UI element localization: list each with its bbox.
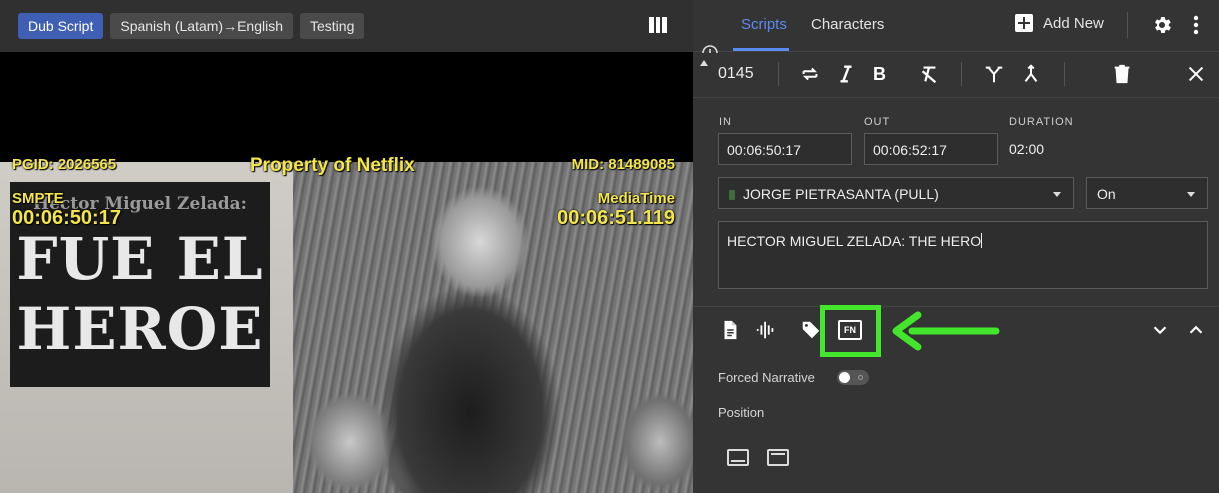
cue-number: 0145 [718,65,754,82]
bottom-bar [731,460,745,462]
repeat-icon[interactable] [799,63,821,85]
split-icon[interactable] [983,63,1005,85]
bold-icon[interactable]: B [873,64,895,86]
headline-line-1: FUE EL [16,225,264,293]
chevron-down-icon[interactable] [1149,319,1171,341]
gear-icon[interactable] [1151,14,1173,36]
forced-narrative-label: Forced Narrative [718,370,815,385]
header-divider [1127,12,1128,38]
columns-icon[interactable] [649,17,668,33]
cue-toolbar: 0145 B [693,45,1219,98]
delete-icon[interactable] [1111,63,1133,85]
chevron-down-icon [1187,192,1195,197]
dub-script-chip[interactable]: Dub Script [18,13,104,39]
more-options-icon[interactable] [1193,15,1199,35]
mediatime-label: MediaTime [597,190,675,207]
toolbar-divider-2 [961,62,962,86]
smpte-label: SMPTE [12,190,64,207]
add-new-label: Add New [1043,14,1104,32]
toggle-knob [839,372,850,383]
in-timecode-input[interactable]: 00:06:50:17 [718,133,852,165]
language-pair-chip[interactable]: Spanish (Latam)→English [110,13,293,39]
section-divider [693,306,1219,307]
scroll-up-icon[interactable] [700,60,708,66]
property-burn-in: Property of Netflix [250,155,415,176]
clear-format-icon[interactable] [918,63,940,85]
italic-icon[interactable] [835,63,857,85]
out-label: OUT [864,116,891,128]
character-select[interactable]: JORGE PIETRASANTA (PULL) [718,177,1074,209]
text-cursor [981,233,983,248]
mediatime-timecode: 00:06:51.119 [557,207,675,229]
tab-scripts[interactable]: Scripts [741,16,787,33]
position-label: Position [718,405,765,420]
video-pane: Dub Script Spanish (Latam)→English Testi… [0,0,693,493]
active-tab-indicator [733,48,789,51]
pgid-burn-in: PGID: 2026565 [12,156,117,173]
tab-characters[interactable]: Characters [811,16,884,33]
fn-icon[interactable]: FN [838,320,862,340]
duration-label: DURATION [1009,116,1074,128]
headline-line-2: HEROE [16,295,264,363]
waveform-icon[interactable] [755,319,777,341]
duration-value: 02:00 [1009,141,1045,157]
script-text-value: HECTOR MIGUEL ZELADA: THE HERO [727,233,982,249]
panel-tabs: Scripts Characters Add New [693,0,1219,52]
merge-icon[interactable] [1020,63,1042,85]
app: Dub Script Spanish (Latam)→English Testi… [0,0,1219,493]
character-select-value: JORGE PIETRASANTA (PULL) [743,186,939,202]
tag-icon[interactable] [800,319,822,341]
mid-burn-in: MID: 81489085 [571,156,675,173]
top-bar [771,453,785,455]
script-text-input[interactable]: HECTOR MIGUEL ZELADA: THE HERO [718,221,1208,289]
smpte-timecode: 00:06:50:17 [12,207,121,229]
chevron-up-icon[interactable] [1185,319,1207,341]
toolbar-divider [778,62,779,86]
timer-icon [702,45,718,54]
document-icon[interactable] [719,319,741,341]
testing-chip[interactable]: Testing [300,13,365,39]
position-top-icon[interactable] [767,449,789,466]
video-toolbar: Dub Script Spanish (Latam)→English Testi… [0,0,693,52]
script-panel: Scripts Characters Add New 0145 B IN OUT… [693,0,1219,493]
close-icon[interactable] [1185,63,1207,85]
status-select[interactable]: On [1086,177,1208,209]
forced-narrative-toggle[interactable] [837,370,869,385]
position-bottom-icon[interactable] [727,449,749,466]
character-color-swatch [729,190,735,200]
add-new-button[interactable]: Add New [1015,14,1104,32]
in-label: IN [719,116,732,128]
headline-text: FUE EL HEROE [10,224,270,364]
toolbar-divider-3 [1064,62,1065,86]
toggle-off-indicator [858,375,863,380]
add-icon [1015,14,1033,32]
out-timecode-input[interactable]: 00:06:52:17 [864,133,998,165]
video-frame[interactable]: Hector Miguel Zelada: FUE EL HEROE PGID:… [0,52,693,493]
chevron-down-icon [1053,192,1061,197]
status-select-value: On [1097,186,1116,202]
annotation-arrow-icon [892,311,1000,351]
